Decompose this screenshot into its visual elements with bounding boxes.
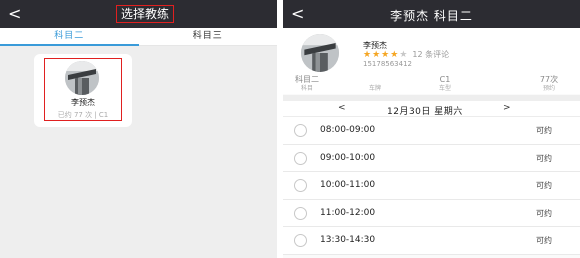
coach-phone: 15178563412 bbox=[363, 60, 412, 68]
slot-status: 可约 bbox=[536, 126, 552, 135]
review-count[interactable]: 12 条评论 bbox=[412, 50, 449, 59]
time-slot[interactable]: 08:00-09:00 可约 bbox=[283, 117, 580, 145]
tab-subject-three[interactable]: 科目三 bbox=[139, 28, 278, 45]
radio-circle-icon[interactable] bbox=[294, 151, 307, 165]
time-slot[interactable]: 13:30-14:30 可约 bbox=[283, 227, 580, 255]
stat-value: C1 bbox=[439, 75, 451, 84]
radio-circle-icon[interactable] bbox=[294, 234, 307, 247]
coach-list: 李预杰 已约 77 次 | C1 bbox=[0, 46, 277, 258]
stat-car-type: C1 车型 bbox=[423, 75, 467, 93]
slot-status: 可约 bbox=[536, 153, 552, 163]
stat-value bbox=[353, 75, 397, 85]
booking-screen: < 李预杰 科目二 李预杰 ★★★★★ 12 条评论 15178563412 科目… bbox=[283, 0, 580, 258]
slot-time: 13:30-14:30 bbox=[320, 235, 376, 245]
slot-time: 08:00-09:00 bbox=[320, 125, 376, 135]
coach-card[interactable]: 李预杰 已约 77 次 | C1 bbox=[34, 54, 132, 127]
time-slot-list: 08:00-09:00 可约 09:00-10:00 可约 10:00-11:0… bbox=[283, 117, 580, 255]
radio-circle-icon[interactable] bbox=[294, 124, 307, 137]
back-chevron-icon[interactable]: < bbox=[8, 4, 21, 23]
coach-profile: 李预杰 ★★★★★ 12 条评论 15178563412 bbox=[283, 28, 580, 72]
subject-tabs: 科目二 科目三 bbox=[0, 28, 277, 46]
date-selector: < 12月30日 星期六 > bbox=[283, 101, 580, 117]
stat-value: 77次 bbox=[539, 75, 559, 84]
stat-value: 科目二 bbox=[295, 75, 319, 84]
time-slot[interactable]: 11:00-12:00 可约 bbox=[283, 199, 580, 227]
current-date: 12月30日 星期六 bbox=[387, 107, 463, 117]
stat-label: 预约 bbox=[542, 85, 555, 92]
rating-stars: ★★★★★ 12 条评论 bbox=[363, 49, 449, 60]
coach-avatar bbox=[65, 61, 99, 95]
top-bar: < 选择教练 bbox=[0, 0, 277, 28]
slot-time: 11:00-12:00 bbox=[320, 207, 376, 218]
stat-plate: 车牌 bbox=[353, 75, 397, 93]
stat-subject: 科目二 科目 bbox=[285, 75, 329, 93]
time-slot[interactable]: 09:00-10:00 可约 bbox=[283, 144, 580, 172]
coach-name: 李预杰 bbox=[71, 98, 95, 107]
star-icon: ★ bbox=[399, 50, 409, 60]
radio-circle-icon[interactable] bbox=[294, 206, 307, 220]
next-date-button[interactable]: > bbox=[503, 103, 511, 113]
star-icon: ★ bbox=[363, 50, 373, 60]
coach-select-screen: < 选择教练 科目二 科目三 李预杰 已约 77 次 | C1 bbox=[0, 0, 277, 258]
radio-circle-icon[interactable] bbox=[294, 179, 307, 192]
stat-bookings: 77次 预约 bbox=[527, 75, 571, 93]
page-title: 李预杰 科目二 bbox=[390, 9, 473, 23]
star-icon: ★ bbox=[372, 50, 382, 60]
coach-booking-info: 已约 77 次 | C1 bbox=[57, 111, 109, 119]
coach-stats: 科目二 科目 车牌 C1 车型 77次 预约 bbox=[283, 72, 580, 94]
page-title: 选择教练 bbox=[116, 5, 175, 23]
slot-time: 09:00-10:00 bbox=[320, 152, 376, 163]
time-slot[interactable]: 10:00-11:00 可约 bbox=[283, 172, 580, 200]
stat-label: 科目 bbox=[300, 85, 313, 92]
slot-status: 可约 bbox=[536, 181, 552, 190]
star-icon: ★ bbox=[390, 50, 400, 60]
stat-label: 车型 bbox=[438, 85, 451, 92]
stat-label: 车牌 bbox=[368, 85, 381, 92]
slot-status: 可约 bbox=[536, 236, 552, 245]
coach-avatar bbox=[301, 34, 339, 72]
slot-status: 可约 bbox=[536, 208, 552, 218]
prev-date-button[interactable]: < bbox=[338, 103, 346, 113]
top-bar: < 李预杰 科目二 bbox=[283, 0, 580, 28]
tab-subject-two[interactable]: 科目二 bbox=[0, 28, 139, 45]
slot-time: 10:00-11:00 bbox=[320, 180, 376, 190]
star-icon: ★ bbox=[381, 50, 391, 60]
